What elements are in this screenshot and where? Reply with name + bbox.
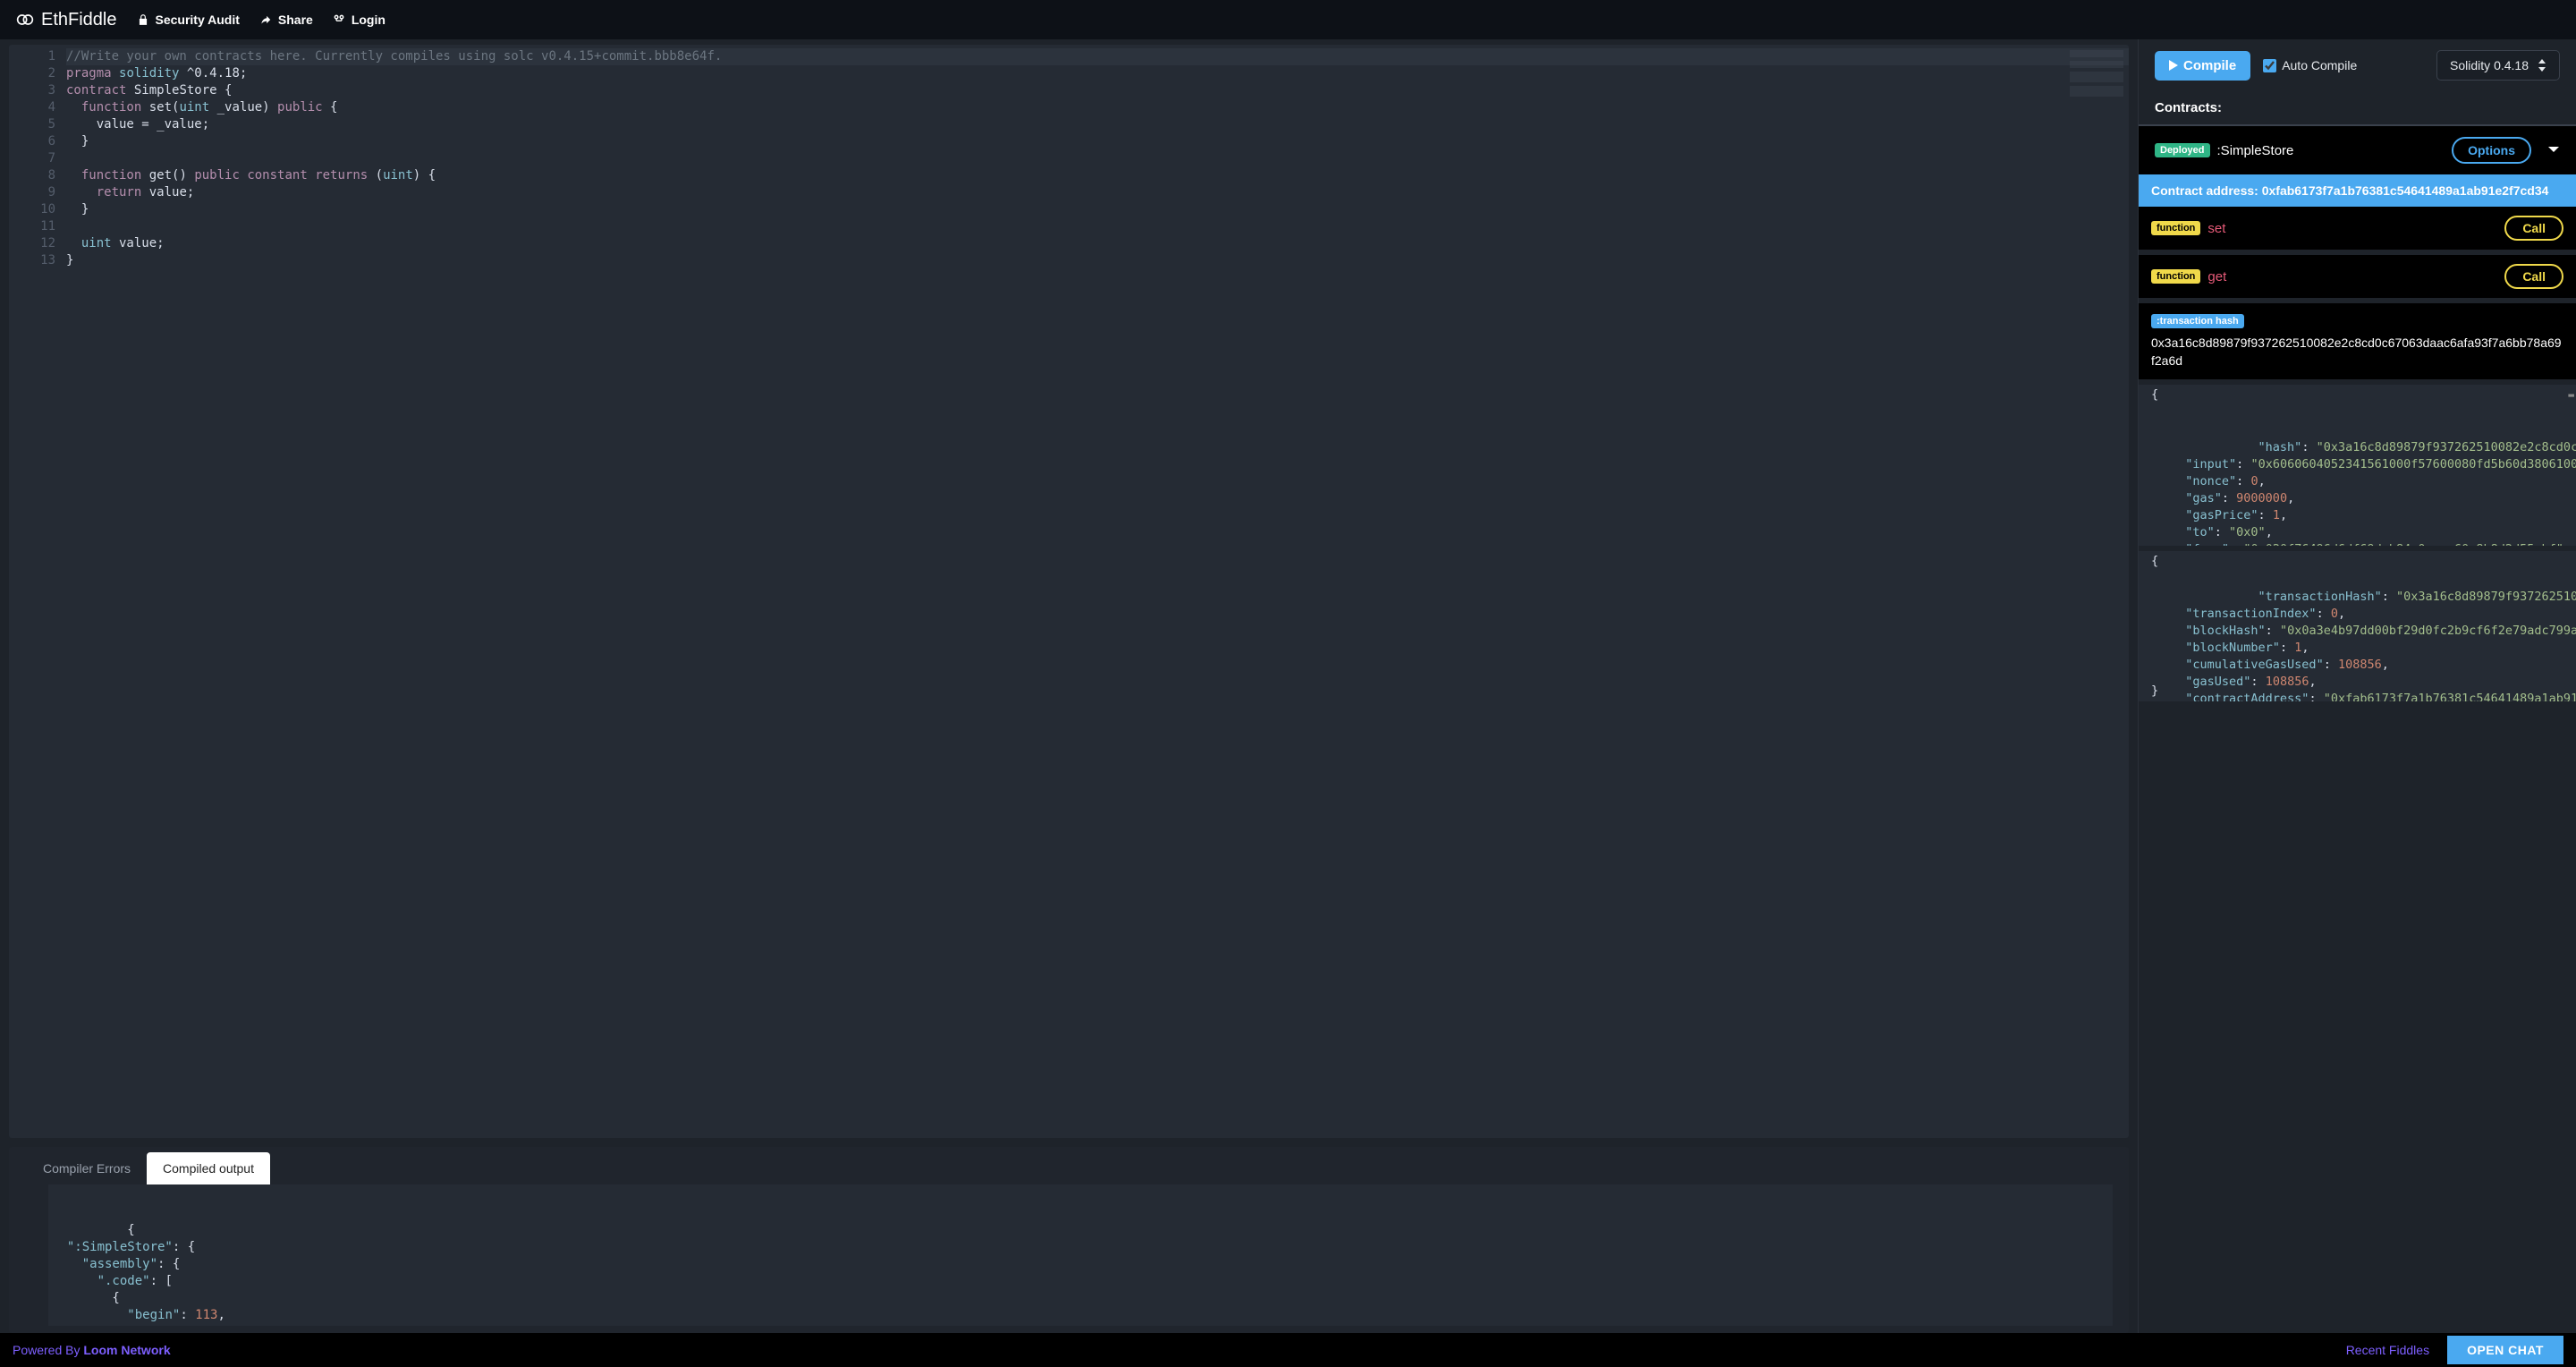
share-label: Share (278, 13, 313, 27)
function-badge: function (2151, 269, 2200, 284)
open-chat-button[interactable]: OPEN CHAT (2447, 1336, 2563, 1364)
compiled-output-body[interactable]: { { ":SimpleStore": { "assembly": { ".co… (48, 1184, 2113, 1326)
footer-bar: Powered By Loom Network Recent Fiddles O… (0, 1333, 2576, 1367)
solidity-version-select[interactable]: Solidity 0.4.18 (2436, 50, 2560, 81)
version-label: Solidity 0.4.18 (2450, 58, 2529, 72)
recent-fiddles-link[interactable]: Recent Fiddles (2346, 1343, 2429, 1357)
chevron-down-icon (2547, 143, 2560, 156)
powered-by: Powered By Loom Network (13, 1343, 171, 1357)
compile-label: Compile (2183, 58, 2236, 73)
resize-handle[interactable]: ▬ (2568, 386, 2574, 403)
transaction-block: :transaction hash 0x3a16c8d89879f9372625… (2139, 303, 2576, 379)
tx-json-1[interactable]: { ▬ "hash": "0x3a16c8d89879f937262510082… (2139, 385, 2576, 546)
address-label: Contract address: (2151, 183, 2262, 198)
expand-toggle[interactable] (2547, 143, 2560, 158)
tab-compiled-output[interactable]: Compiled output (147, 1152, 270, 1184)
auto-compile-checkbox[interactable] (2263, 59, 2276, 72)
compile-button[interactable]: Compile (2155, 51, 2250, 81)
auto-compile-label: Auto Compile (2282, 58, 2357, 72)
brand-logo[interactable]: EthFiddle (16, 10, 117, 30)
call-button-set[interactable]: Call (2504, 216, 2563, 241)
function-name: set (2207, 221, 2225, 236)
logo-icon (16, 11, 34, 29)
share-link[interactable]: Share (259, 13, 313, 27)
lock-icon (137, 13, 149, 26)
address-value: 0xfab6173f7a1b76381c54641489a1ab91e2f7cd… (2262, 183, 2549, 198)
login-link[interactable]: Login (333, 13, 386, 27)
brand-text: EthFiddle (41, 10, 117, 30)
security-audit-label: Security Audit (156, 13, 240, 27)
contract-row: Deployed :SimpleStore Options (2139, 126, 2576, 174)
login-icon (333, 13, 345, 26)
deployed-badge: Deployed (2155, 143, 2210, 157)
function-row-set: function set Call (2139, 207, 2576, 250)
options-button[interactable]: Options (2452, 137, 2531, 164)
call-button-get[interactable]: Call (2504, 264, 2563, 289)
function-badge: function (2151, 221, 2200, 235)
line-gutter: 12345678910111213 (9, 45, 66, 1138)
tx-hash-value: 0x3a16c8d89879f937262510082e2c8cd0c67063… (2151, 334, 2563, 370)
tab-compiler-errors[interactable]: Compiler Errors (27, 1152, 147, 1184)
function-name: get (2207, 269, 2226, 284)
share-icon (259, 13, 272, 26)
security-audit-link[interactable]: Security Audit (137, 13, 240, 27)
auto-compile-toggle[interactable]: Auto Compile (2263, 58, 2357, 72)
tx-json-2[interactable]: { "transactionHash": "0x3a16c8d89879f937… (2139, 551, 2576, 701)
sort-icon (2538, 59, 2546, 72)
login-label: Login (352, 13, 386, 27)
top-nav: EthFiddle Security Audit Share Login (0, 0, 2576, 39)
output-panel: Compiler Errors Compiled output { { ":Si… (9, 1147, 2129, 1333)
code-body[interactable]: //Write your own contracts here. Current… (66, 45, 2129, 1138)
contract-address-bar: Contract address: 0xfab6173f7a1b76381c54… (2139, 174, 2576, 207)
code-editor[interactable]: 12345678910111213 //Write your own contr… (9, 45, 2129, 1138)
contract-name: :SimpleStore (2217, 143, 2294, 158)
tx-hash-badge: :transaction hash (2151, 314, 2244, 328)
contracts-header: Contracts: (2139, 91, 2576, 126)
loom-link[interactable]: Loom Network (83, 1343, 170, 1357)
play-icon (2169, 60, 2178, 71)
function-row-get: function get Call (2139, 255, 2576, 298)
